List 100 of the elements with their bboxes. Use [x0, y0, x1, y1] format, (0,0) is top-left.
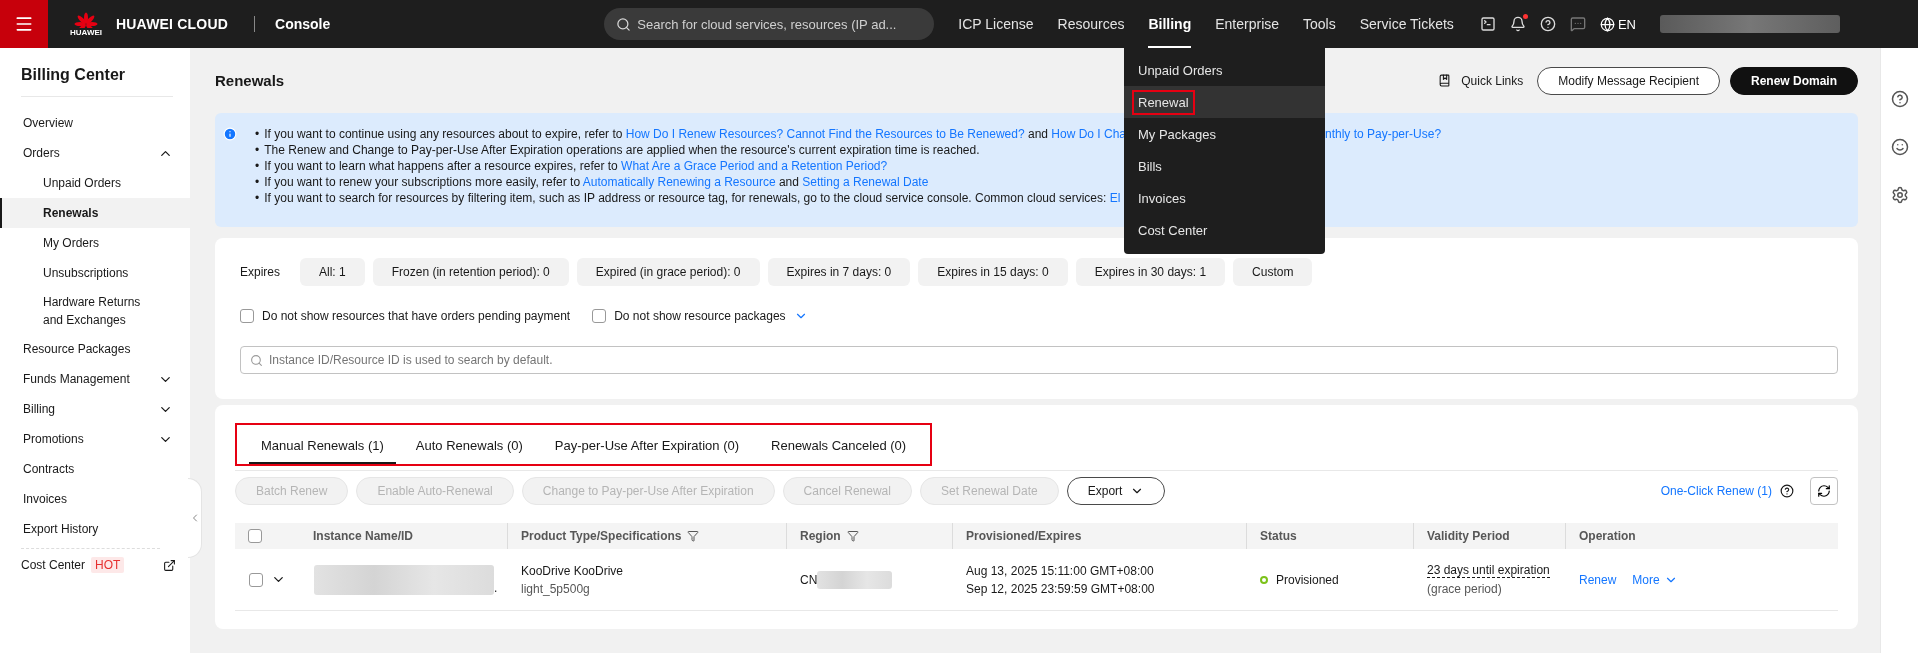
- sidebar-subitem[interactable]: Hardware Returns and Exchanges: [0, 288, 190, 334]
- notice-text: If you want to renew your subscriptions more easily, refer to: [264, 175, 582, 189]
- help-icon[interactable]: [1890, 90, 1909, 108]
- notice-text: and: [777, 175, 800, 189]
- notice-link[interactable]: Automatically Renewing a Resource: [582, 175, 776, 189]
- expires-label: Expires: [240, 265, 280, 279]
- notice-link[interactable]: Setting a Renewal Date: [802, 175, 929, 189]
- table-cell-text: light_5p500g: [521, 581, 591, 596]
- menu-button[interactable]: [0, 0, 48, 48]
- logo-text: HUAWEI: [70, 27, 102, 37]
- smile-icon[interactable]: [1890, 138, 1909, 156]
- bullet: •: [255, 158, 260, 174]
- nav-item[interactable]: Tools: [1303, 0, 1336, 48]
- help-icon[interactable]: [1780, 484, 1794, 498]
- checkbox-label: Do not show resources that have orders pending payment: [262, 309, 571, 323]
- terminal-icon[interactable]: [1479, 16, 1496, 32]
- notice-link[interactable]: nthly to Pay-per-Use?: [1325, 126, 1442, 142]
- external-link-icon: [163, 558, 176, 572]
- notice-text: The Renew and Change to Pay-per-Use After Expiration operations are applied when the resource's current expiration time is reached.: [264, 143, 980, 157]
- sidebar-title: Billing Center: [21, 66, 173, 97]
- sidebar-item[interactable]: Export History: [0, 514, 190, 544]
- sidebar-item[interactable]: Orders: [0, 138, 190, 168]
- menu-item[interactable]: Bills: [1124, 150, 1325, 182]
- table-cell-text: (grace period): [1427, 582, 1503, 596]
- refresh-icon: [1817, 484, 1831, 498]
- sidebar-subitem[interactable]: My Orders: [0, 228, 190, 258]
- filter-chip[interactable]: Expired (in grace period): 0: [576, 258, 760, 286]
- filter-chip[interactable]: Expires in 15 days: 0: [918, 258, 1068, 286]
- filter-icon[interactable]: [846, 530, 859, 542]
- tab[interactable]: Renewals Canceled (0): [759, 425, 919, 464]
- checkbox[interactable]: [249, 572, 263, 587]
- one-click-renew-link[interactable]: One-Click Renew (1): [1660, 484, 1772, 498]
- filter-chip[interactable]: Frozen (in retention period): 0: [372, 258, 569, 286]
- nav-item[interactable]: Service Tickets: [1359, 0, 1454, 48]
- search-icon: [616, 16, 632, 32]
- validity-text[interactable]: 23 days until expiration: [1427, 563, 1550, 578]
- nav-item[interactable]: Enterprise: [1215, 0, 1280, 48]
- menu-item[interactable]: Invoices: [1124, 182, 1325, 214]
- table-cell: CN: [800, 572, 818, 587]
- info-icon: [223, 127, 237, 141]
- column-header: Instance Name/ID: [313, 529, 414, 543]
- checkbox[interactable]: [248, 529, 262, 543]
- menu-icon: [14, 14, 34, 34]
- filter-icon[interactable]: [687, 530, 700, 542]
- sidebar-subitem[interactable]: Unsubscriptions: [0, 258, 190, 288]
- bullet: •: [255, 190, 260, 206]
- filter-chip[interactable]: All: 1: [300, 258, 365, 286]
- search-field[interactable]: Search for cloud services, resources (IP ad...: [604, 8, 935, 40]
- operation-link[interactable]: Renew: [1579, 572, 1617, 587]
- export-button[interactable]: Export: [1066, 477, 1166, 505]
- menu-item[interactable]: Renewal: [1124, 86, 1325, 118]
- bookmark-icon[interactable]: [1438, 74, 1452, 87]
- sidebar-item[interactable]: Funds Management: [0, 364, 190, 394]
- table-cell: .: [494, 580, 498, 595]
- search-field[interactable]: Instance ID/Resource ID is used to search by default.: [240, 346, 1838, 374]
- notice-text: If you want to learn what happens after a resource expires, refer to: [264, 159, 619, 173]
- notice-link[interactable]: What Are a Grace Period and a Retention Period?: [621, 159, 888, 173]
- sidebar-subitem[interactable]: Renewals: [0, 198, 190, 228]
- tab[interactable]: Auto Renewals (0): [403, 425, 535, 464]
- menu-item[interactable]: Cost Center: [1124, 214, 1325, 246]
- bullet: •: [255, 142, 260, 158]
- sidebar-item[interactable]: Resource Packages: [0, 334, 190, 364]
- filter-chip[interactable]: Expires in 7 days: 0: [767, 258, 911, 286]
- bell-icon[interactable]: [1509, 16, 1526, 32]
- notice-text: If you want to search for resources by filtering item, such as IP address or resource tag, for renewals, go to the cloud service console. Common cloud services:: [264, 191, 1108, 205]
- collapse-handle[interactable]: [188, 478, 202, 558]
- tab[interactable]: Pay-per-Use After Expiration (0): [542, 425, 752, 464]
- console-title[interactable]: Console: [275, 16, 331, 32]
- sidebar-item[interactable]: Contracts: [0, 454, 190, 484]
- column-header: Status: [1260, 529, 1297, 543]
- checkbox[interactable]: [592, 309, 607, 323]
- sidebar-item[interactable]: Billing: [0, 394, 190, 424]
- bullet: •: [255, 126, 260, 142]
- nav-item[interactable]: Resources: [1057, 0, 1125, 48]
- menu-item[interactable]: Unpaid Orders: [1124, 54, 1325, 86]
- sidebar-item[interactable]: Invoices: [0, 484, 190, 514]
- filter-chip[interactable]: Custom: [1233, 258, 1313, 286]
- tab[interactable]: Manual Renewals (1): [249, 425, 396, 464]
- modify-recipient-button[interactable]: Modify Message Recipient: [1537, 66, 1720, 95]
- table-cell-text: Aug 13, 2025 15:11:00 GMT+08:00: [966, 563, 1155, 578]
- refresh-button[interactable]: [1810, 477, 1838, 505]
- renew-domain-button[interactable]: Renew Domain: [1730, 66, 1858, 95]
- logo-icon: [74, 11, 98, 28]
- message-icon[interactable]: [1569, 16, 1586, 32]
- cost-center-link[interactable]: Cost Center HOT: [0, 549, 190, 573]
- notice-link[interactable]: How Do I Renew Resources? Cannot Find the Resources to Be Renewed?: [625, 127, 1025, 141]
- column-header: Product Type/Specifications: [521, 529, 682, 543]
- sidebar-subitem[interactable]: Unpaid Orders: [0, 168, 190, 198]
- language-button[interactable]: EN: [1599, 16, 1636, 32]
- bullet: •: [255, 174, 260, 190]
- checkbox[interactable]: [240, 309, 254, 323]
- sidebar-item[interactable]: Overview: [0, 108, 190, 138]
- settings-icon[interactable]: [1890, 186, 1909, 204]
- sidebar-item[interactable]: Promotions: [0, 424, 190, 454]
- operation-link[interactable]: More: [1632, 572, 1678, 587]
- quick-links[interactable]: Quick Links: [1461, 73, 1524, 88]
- checkbox-label: Do not show resource packages: [614, 309, 786, 323]
- nav-item[interactable]: ICP License: [958, 0, 1034, 48]
- menu-item[interactable]: My Packages: [1124, 118, 1325, 150]
- filter-chip[interactable]: Expires in 30 days: 1: [1075, 258, 1226, 286]
